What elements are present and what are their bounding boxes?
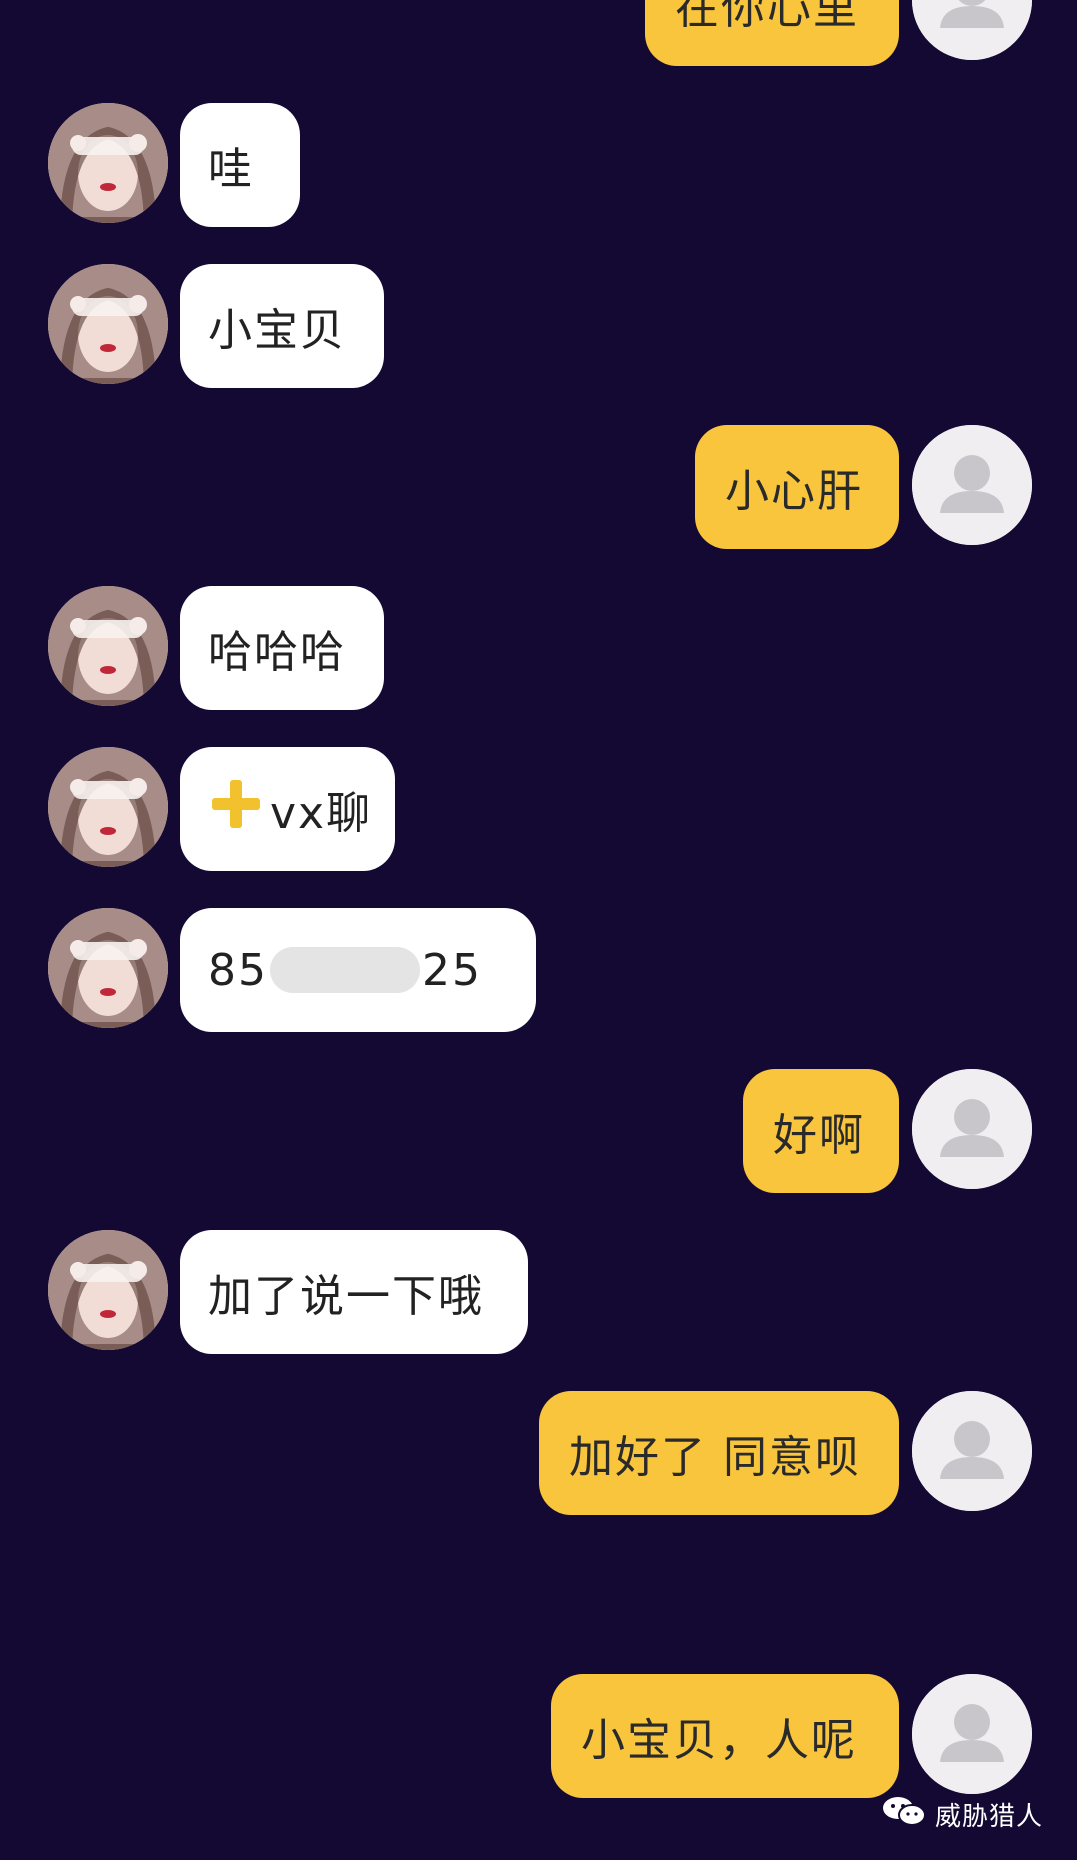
message-text: 在你心里: [675, 0, 859, 34]
watermark: 威胁猎人: [881, 1795, 1043, 1834]
default-user-icon: [912, 1674, 1032, 1794]
message-bubble-outgoing[interactable]: 小宝贝，人呢: [551, 1674, 899, 1798]
default-user-icon: [912, 1069, 1032, 1189]
message-text-end: 25: [422, 944, 482, 996]
girl-portrait-icon: [48, 908, 168, 1028]
default-user-icon: [912, 0, 1032, 60]
message-text: 加好了 同意呗: [569, 1432, 861, 1483]
message-text: 小宝贝: [208, 305, 346, 356]
girl-portrait-icon: [48, 103, 168, 223]
message-bubble-incoming[interactable]: 加了说一下哦: [180, 1230, 528, 1354]
message-bubble-outgoing[interactable]: 好啊: [743, 1069, 899, 1193]
girl-portrait-icon: [48, 1230, 168, 1350]
message-bubble-incoming[interactable]: 哈哈哈: [180, 586, 384, 710]
message-text: 哇: [208, 144, 254, 195]
message-bubble-incoming[interactable]: 小宝贝: [180, 264, 384, 388]
my-avatar[interactable]: [912, 1391, 1032, 1511]
my-avatar[interactable]: [912, 1674, 1032, 1794]
watermark-text: 威胁猎人: [934, 1802, 1043, 1832]
my-avatar[interactable]: [912, 425, 1032, 545]
message-bubble-outgoing[interactable]: 加好了 同意呗: [539, 1391, 899, 1515]
message-text-start: 8: [208, 944, 238, 996]
girl-portrait-icon: [48, 264, 168, 384]
default-user-icon: [912, 1391, 1032, 1511]
wechat-icon: [881, 1795, 935, 1834]
my-avatar[interactable]: [912, 1069, 1032, 1189]
contact-avatar[interactable]: [48, 103, 168, 223]
message-bubble-outgoing[interactable]: 小心肝: [695, 425, 899, 549]
message-text: 哈哈哈: [208, 627, 346, 678]
message-bubble-incoming[interactable]: vx聊: [180, 747, 395, 871]
redaction-blur: [270, 947, 420, 993]
message-text: 小宝贝，人呢: [581, 1715, 857, 1766]
contact-avatar[interactable]: [48, 586, 168, 706]
girl-portrait-icon: [48, 586, 168, 706]
message-text-mid: 5: [238, 944, 268, 996]
my-avatar[interactable]: [912, 0, 1032, 60]
default-user-icon: [912, 425, 1032, 545]
contact-avatar[interactable]: [48, 747, 168, 867]
message-bubble-incoming[interactable]: 8 5 25: [180, 908, 536, 1032]
message-text: vx聊: [270, 788, 373, 839]
message-bubble-incoming[interactable]: 哇: [180, 103, 300, 227]
contact-avatar[interactable]: [48, 1230, 168, 1350]
message-text: 加了说一下哦: [208, 1271, 484, 1322]
contact-avatar[interactable]: [48, 264, 168, 384]
girl-portrait-icon: [48, 747, 168, 867]
contact-avatar[interactable]: [48, 908, 168, 1028]
yellow-plus-icon: [208, 776, 264, 843]
message-text: 小心肝: [725, 466, 863, 517]
message-text: 好啊: [773, 1110, 865, 1161]
message-bubble-outgoing[interactable]: 在你心里: [645, 0, 899, 66]
